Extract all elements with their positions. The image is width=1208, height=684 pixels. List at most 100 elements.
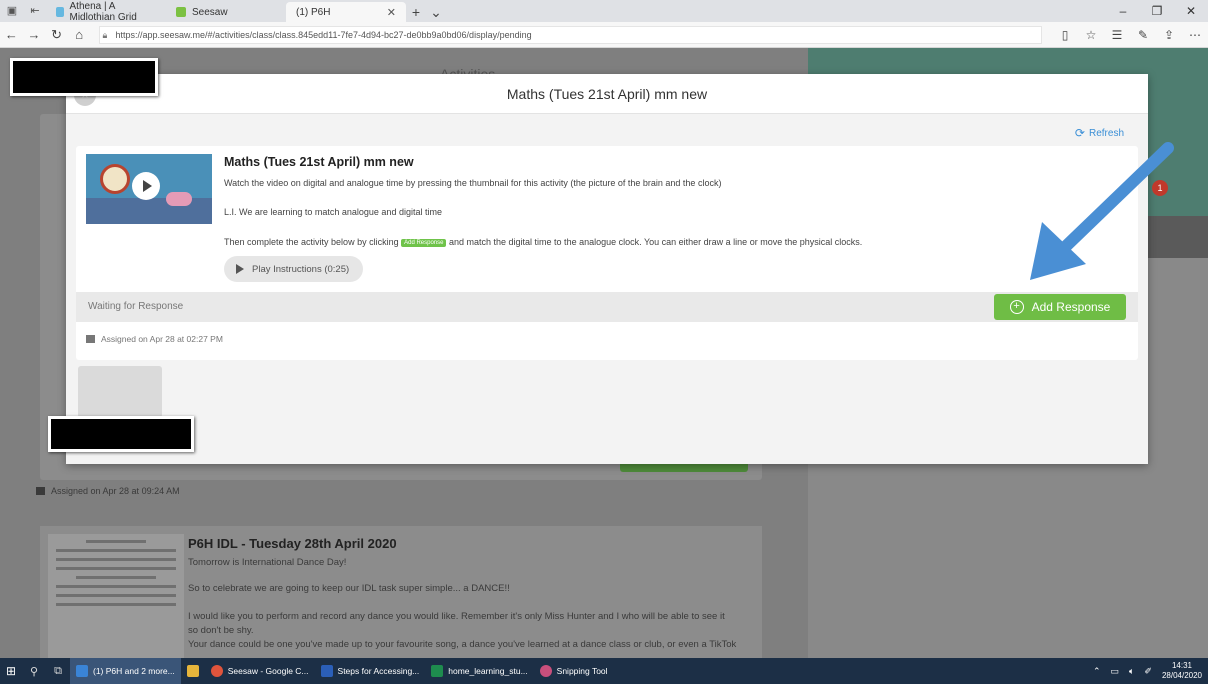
minimize-icon[interactable]: – [1106, 0, 1140, 22]
brain-icon [166, 192, 192, 206]
learning-intention: L.I. We are learning to match analogue a… [224, 207, 442, 217]
tab-label: (1) P6H [296, 6, 331, 18]
volume-icon[interactable]: 🔈︎ [1129, 666, 1134, 677]
activity-title: P6H IDL - Tuesday 28th April 2020 [188, 536, 397, 551]
activity-text: So to celebrate we are going to keep our… [188, 583, 510, 594]
play-icon [236, 264, 244, 274]
page-icon [56, 7, 64, 17]
activity-text: Your dance could be one you've made up t… [188, 639, 737, 650]
close-window-icon[interactable]: ✕ [1174, 0, 1208, 22]
search-icon[interactable]: ⚲ [22, 665, 46, 678]
inline-add-response-badge: Add Response [401, 238, 447, 247]
task-text: Then complete the activity below by clic… [224, 237, 399, 247]
home-icon[interactable]: ⌂ [68, 27, 91, 42]
chevron-down-icon[interactable]: ⌄ [426, 2, 446, 22]
edge-icon [76, 665, 88, 677]
system-clock[interactable]: 14:31 28/04/2020 [1162, 661, 1202, 681]
taskbar-app-label: Snipping Tool [556, 666, 608, 676]
tab-aside-icon[interactable]: ⇤ [27, 3, 43, 19]
date: 28/04/2020 [1161, 671, 1202, 680]
taskbar-app-chrome[interactable]: Seesaw - Google C... [205, 658, 315, 684]
activity-title: Maths (Tues 21st April) mm new [224, 155, 414, 169]
taskbar-app-label: Seesaw - Google C... [227, 666, 309, 676]
reading-view-icon[interactable]: ▯ [1052, 28, 1078, 42]
back-icon[interactable]: ← [0, 27, 23, 42]
tab-label: Seesaw [192, 6, 228, 18]
redaction-box [48, 416, 194, 452]
annotation-arrow-icon [1030, 142, 1174, 280]
chrome-icon [210, 665, 223, 677]
taskbar-app-excel[interactable]: home_learning_stu... [425, 658, 533, 684]
taskbar-app-label: home_learning_stu... [448, 666, 528, 676]
activity-card-idl[interactable]: P6H IDL - Tuesday 28th April 2020 Tomorr… [40, 526, 762, 658]
tab-athena[interactable]: Athena | A Midlothian Grid [46, 1, 166, 23]
activity-text: I would like you to perform and record a… [188, 611, 725, 622]
windows-start-icon[interactable]: ⊞ [0, 664, 22, 678]
assigned-text: Assigned on Apr 28 at 09:24 AM [51, 486, 180, 496]
assigned-info: Assigned on Apr 28 at 02:27 PM [86, 334, 223, 344]
activity-task: Then complete the activity below by clic… [224, 237, 862, 247]
tab-actions-icon[interactable]: ▣ [4, 3, 20, 19]
favorites-bar-icon[interactable]: ☰ [1104, 28, 1130, 42]
time: 14:31 [1171, 661, 1192, 670]
chevron-up-icon[interactable]: ⌃ [1093, 666, 1101, 677]
response-bar: Waiting for Response + Add Response [76, 292, 1138, 322]
close-icon[interactable]: ✕ [387, 6, 396, 19]
new-tab-icon[interactable]: + [406, 2, 426, 22]
refresh-label: Refresh [1088, 127, 1124, 139]
taskbar-app-explorer[interactable] [181, 658, 205, 684]
forward-icon[interactable]: → [23, 27, 46, 42]
play-instructions-button[interactable]: Play Instructions (0:25) [224, 256, 364, 282]
video-thumbnail[interactable] [86, 154, 212, 224]
clock-icon [100, 164, 130, 194]
taskbar-app-snipping[interactable]: Snipping Tool [534, 658, 614, 684]
activity-card: Maths (Tues 21st April) mm new Watch the… [76, 146, 1138, 360]
refresh-button[interactable]: ⟳ Refresh [1075, 126, 1124, 140]
notification-badge[interactable]: 1 [1152, 180, 1168, 196]
taskbar-app-edge[interactable]: (1) P6H and 2 more... [70, 658, 181, 684]
url-field[interactable]: 🔒︎ https://app.seesaw.me/#/activities/cl… [98, 25, 1043, 44]
calendar-icon [86, 335, 95, 343]
activity-modal: Maths (Tues 21st April) mm new × ⟳ Refre… [66, 74, 1148, 464]
excel-icon [431, 665, 444, 677]
add-response-button[interactable]: + Add Response [994, 294, 1126, 320]
browser-tools: ▯ ☆ ☰ ✎ ⇪ ⋯ [1052, 28, 1208, 42]
tab-p6h[interactable]: (1) P6H ✕ [286, 2, 406, 22]
taskbar-app-label: Steps for Accessing... [337, 666, 420, 676]
address-bar: ← → ↻ ⌂ 🔒︎ https://app.seesaw.me/#/activ… [0, 22, 1208, 48]
scissors-icon [539, 665, 552, 677]
activity-text: Tomorrow is International Dance Day! [188, 557, 347, 568]
task-view-icon[interactable]: ⧉ [46, 665, 70, 678]
taskbar: ⊞ ⚲ ⧉ (1) P6H and 2 more... Seesaw - Goo… [0, 658, 1208, 684]
activity-instructions: Watch the video on digital and analogue … [224, 178, 722, 188]
activity-text: so don't be shy. [188, 625, 254, 636]
tab-seesaw[interactable]: Seesaw [166, 2, 286, 22]
add-response-label: Add Response [1031, 300, 1111, 314]
more-icon[interactable]: ⋯ [1182, 28, 1208, 42]
pen-workspace-icon[interactable]: ✐ [1144, 666, 1152, 677]
browser-tab-bar: ▣ ⇤ Athena | A Midlothian Grid Seesaw (1… [0, 0, 1208, 23]
modal-title: Maths (Tues 21st April) mm new [506, 86, 708, 102]
system-tray: ⌃ ▭ 🔈︎ ✐ 14:31 28/04/2020 [1093, 658, 1202, 684]
play-icon[interactable] [132, 172, 160, 200]
reload-icon[interactable]: ↻ [45, 27, 68, 43]
taskbar-app-word[interactable]: Steps for Accessing... [315, 658, 426, 684]
share-icon[interactable]: ⇪ [1156, 28, 1182, 42]
favorite-star-icon[interactable]: ☆ [1078, 28, 1104, 42]
taskbar-app-label: (1) P6H and 2 more... [93, 666, 175, 676]
modal-header: Maths (Tues 21st April) mm new [66, 74, 1148, 114]
refresh-icon: ⟳ [1074, 126, 1085, 140]
lock-icon: 🔒︎ [102, 29, 108, 40]
activity-thumbnail[interactable] [48, 534, 184, 658]
maximize-icon[interactable]: ❐ [1140, 0, 1174, 22]
url-text: https://app.seesaw.me/#/activities/class… [115, 29, 532, 40]
pen-icon[interactable]: ✎ [1130, 28, 1156, 42]
tab-label: Athena | A Midlothian Grid [69, 1, 137, 23]
word-icon [320, 665, 333, 677]
background-assigned: Assigned on Apr 28 at 09:24 AM [36, 486, 180, 496]
redaction-box [10, 58, 158, 96]
folder-icon [186, 665, 199, 677]
network-icon[interactable]: ▭ [1110, 666, 1119, 677]
seesaw-favicon-icon [176, 7, 186, 17]
play-instructions-label: Play Instructions (0:25) [252, 263, 350, 275]
